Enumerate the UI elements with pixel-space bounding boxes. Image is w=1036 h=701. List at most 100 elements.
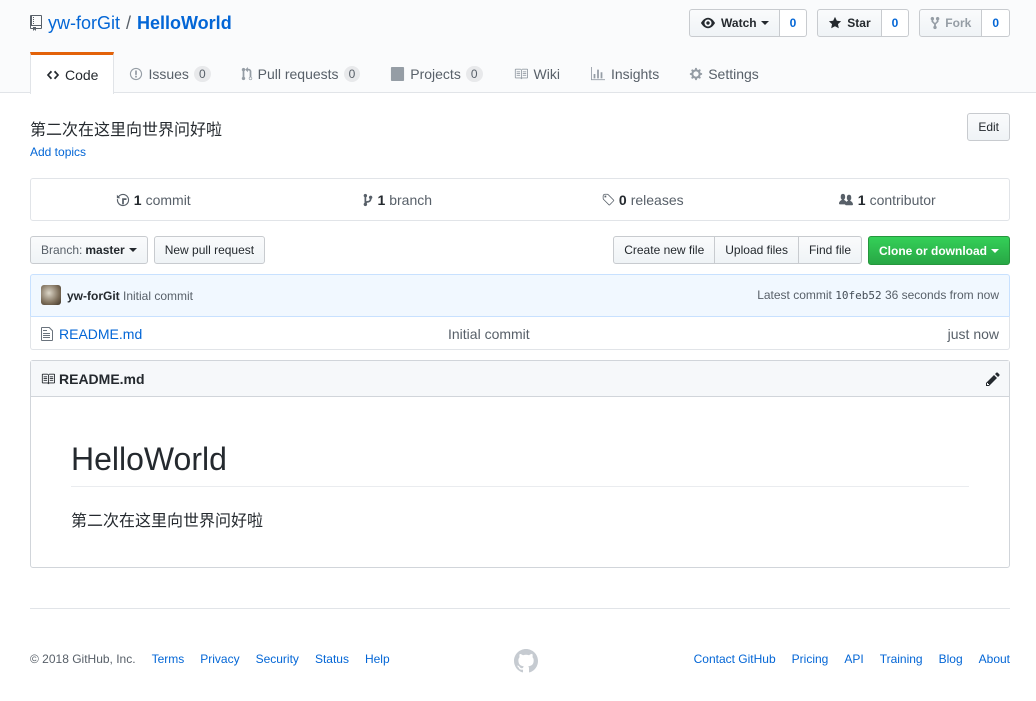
- add-topics-link[interactable]: Add topics: [30, 145, 86, 159]
- latest-commit-prefix: Latest commit: [757, 288, 832, 302]
- tab-insights-label: Insights: [610, 66, 660, 82]
- footer-right: Contact GitHub Pricing API Training Blog…: [694, 652, 1010, 666]
- tab-issues[interactable]: Issues 0: [114, 52, 225, 93]
- fork-icon: [930, 16, 940, 30]
- commit-sha-link[interactable]: 10feb52: [835, 289, 881, 302]
- file-name-link[interactable]: README.md: [59, 326, 142, 342]
- watch-button[interactable]: Watch: [689, 9, 780, 37]
- chevron-down-icon: [128, 248, 137, 252]
- file-navigation-left: Branch: master New pull request: [30, 236, 266, 264]
- branches-label: branch: [389, 191, 433, 208]
- commit-age: 36 seconds from now: [884, 288, 999, 302]
- tab-projects[interactable]: Projects 0: [375, 52, 497, 93]
- github-logo-icon[interactable]: [514, 649, 538, 676]
- fork-button[interactable]: Fork: [919, 9, 983, 37]
- branch-name: master: [85, 243, 125, 257]
- fork-group: Fork 0: [919, 9, 1010, 37]
- issues-counter: 0: [193, 66, 211, 82]
- readme-filename: README.md: [59, 371, 145, 387]
- releases-count: 0: [618, 191, 627, 208]
- readme-header: README.md: [31, 361, 1009, 397]
- footer-link-training[interactable]: Training: [880, 652, 923, 666]
- commit-message-link[interactable]: Initial commit: [123, 289, 193, 303]
- chevron-down-icon: [760, 21, 769, 25]
- branch-icon: [363, 193, 373, 207]
- tab-issues-label: Issues: [148, 66, 189, 82]
- releases-label: releases: [630, 191, 684, 208]
- tab-pull-requests-label: Pull requests: [257, 66, 339, 82]
- branches-count: 1: [377, 191, 386, 208]
- projects-counter: 0: [465, 66, 483, 82]
- tab-settings-label: Settings: [708, 66, 759, 82]
- upload-files-button[interactable]: Upload files: [714, 236, 799, 264]
- star-button[interactable]: Star: [817, 9, 882, 37]
- branches-link[interactable]: 1 branch: [276, 179, 521, 220]
- footer-link-help[interactable]: Help: [365, 652, 390, 666]
- branch-prefix: Branch:: [41, 243, 83, 257]
- pull-request-icon: [241, 67, 253, 81]
- watch-count[interactable]: 0: [779, 9, 808, 37]
- tab-insights[interactable]: Insights: [575, 52, 674, 93]
- commits-count: 1: [133, 191, 142, 208]
- footer-link-privacy[interactable]: Privacy: [200, 652, 239, 666]
- file-icon: [41, 326, 53, 345]
- numbers-summary: 1 commit 1 branch 0 releases 1 contribut…: [30, 178, 1010, 221]
- book-icon: [513, 67, 529, 81]
- releases-link[interactable]: 0 releases: [520, 179, 765, 220]
- footer-link-contact[interactable]: Contact GitHub: [694, 652, 776, 666]
- star-count[interactable]: 0: [881, 9, 910, 37]
- new-pull-request-button[interactable]: New pull request: [153, 236, 266, 264]
- commit-author-link[interactable]: yw-forGit: [67, 289, 120, 303]
- clone-or-download-button[interactable]: Clone or download: [868, 236, 1010, 265]
- history-icon: [116, 193, 130, 207]
- site-footer: © 2018 GitHub, Inc. Terms Privacy Securi…: [30, 608, 1010, 701]
- watch-group: Watch 0: [689, 9, 808, 37]
- avatar[interactable]: [41, 285, 61, 305]
- footer-link-about[interactable]: About: [979, 652, 1010, 666]
- issue-icon: [129, 67, 143, 81]
- edit-description-button[interactable]: Edit: [967, 113, 1010, 141]
- pulls-counter: 0: [343, 66, 361, 82]
- pencil-icon[interactable]: [986, 371, 1000, 390]
- footer-link-terms[interactable]: Terms: [152, 652, 185, 666]
- tab-wiki[interactable]: Wiki: [498, 52, 575, 93]
- tag-icon: [601, 193, 615, 207]
- footer-left: © 2018 GitHub, Inc. Terms Privacy Securi…: [30, 652, 390, 666]
- repo-header: yw-forGit / HelloWorld Watch 0 Star 0 Fo…: [0, 0, 1036, 94]
- repo-path-separator: /: [126, 12, 132, 33]
- file-navigation: Branch: master New pull request Create n…: [30, 236, 1010, 265]
- footer-link-security[interactable]: Security: [256, 652, 299, 666]
- commits-link[interactable]: 1 commit: [31, 179, 276, 220]
- gear-icon: [689, 67, 703, 81]
- heading-divider: [71, 486, 969, 487]
- repo-owner-link[interactable]: yw-forGit: [48, 13, 120, 34]
- readme-paragraph: 第二次在这里向世界问好啦: [71, 513, 264, 530]
- latest-commit-bar: yw-forGit Initial commit Latest commit 1…: [30, 274, 1010, 317]
- project-icon: [390, 67, 405, 81]
- footer-link-api[interactable]: API: [844, 652, 863, 666]
- branch-select-button[interactable]: Branch: master: [30, 236, 148, 264]
- tab-projects-label: Projects: [410, 66, 461, 82]
- book-icon: [40, 372, 56, 389]
- tab-settings[interactable]: Settings: [674, 52, 774, 93]
- repo-title: yw-forGit / HelloWorld: [30, 12, 232, 34]
- star-label: Star: [847, 16, 871, 30]
- footer-link-pricing[interactable]: Pricing: [792, 652, 829, 666]
- find-file-button[interactable]: Find file: [797, 236, 862, 264]
- file-commit-message-link[interactable]: Initial commit: [448, 326, 530, 342]
- tab-code[interactable]: Code: [30, 52, 115, 94]
- create-new-file-button[interactable]: Create new file: [613, 236, 716, 264]
- readme-box: README.md HelloWorld 第二次在这里向世界问好啦: [30, 360, 1010, 568]
- graph-icon: [590, 67, 606, 81]
- latest-commit-info: Latest commit 10feb52 36 seconds from no…: [757, 288, 999, 302]
- file-list: README.md Initial commit just now: [30, 316, 1010, 350]
- contributors-link[interactable]: 1 contributor: [765, 179, 1010, 220]
- footer-link-blog[interactable]: Blog: [939, 652, 963, 666]
- footer-link-status[interactable]: Status: [315, 652, 349, 666]
- fork-count[interactable]: 0: [982, 9, 1010, 37]
- contributors-count: 1: [857, 191, 866, 208]
- repo-nav: Code Issues 0 Pull requests 0 Projects 0…: [30, 52, 774, 94]
- file-age: just now: [947, 326, 999, 342]
- tab-pull-requests[interactable]: Pull requests 0: [226, 52, 376, 93]
- repo-name-link[interactable]: HelloWorld: [137, 13, 232, 34]
